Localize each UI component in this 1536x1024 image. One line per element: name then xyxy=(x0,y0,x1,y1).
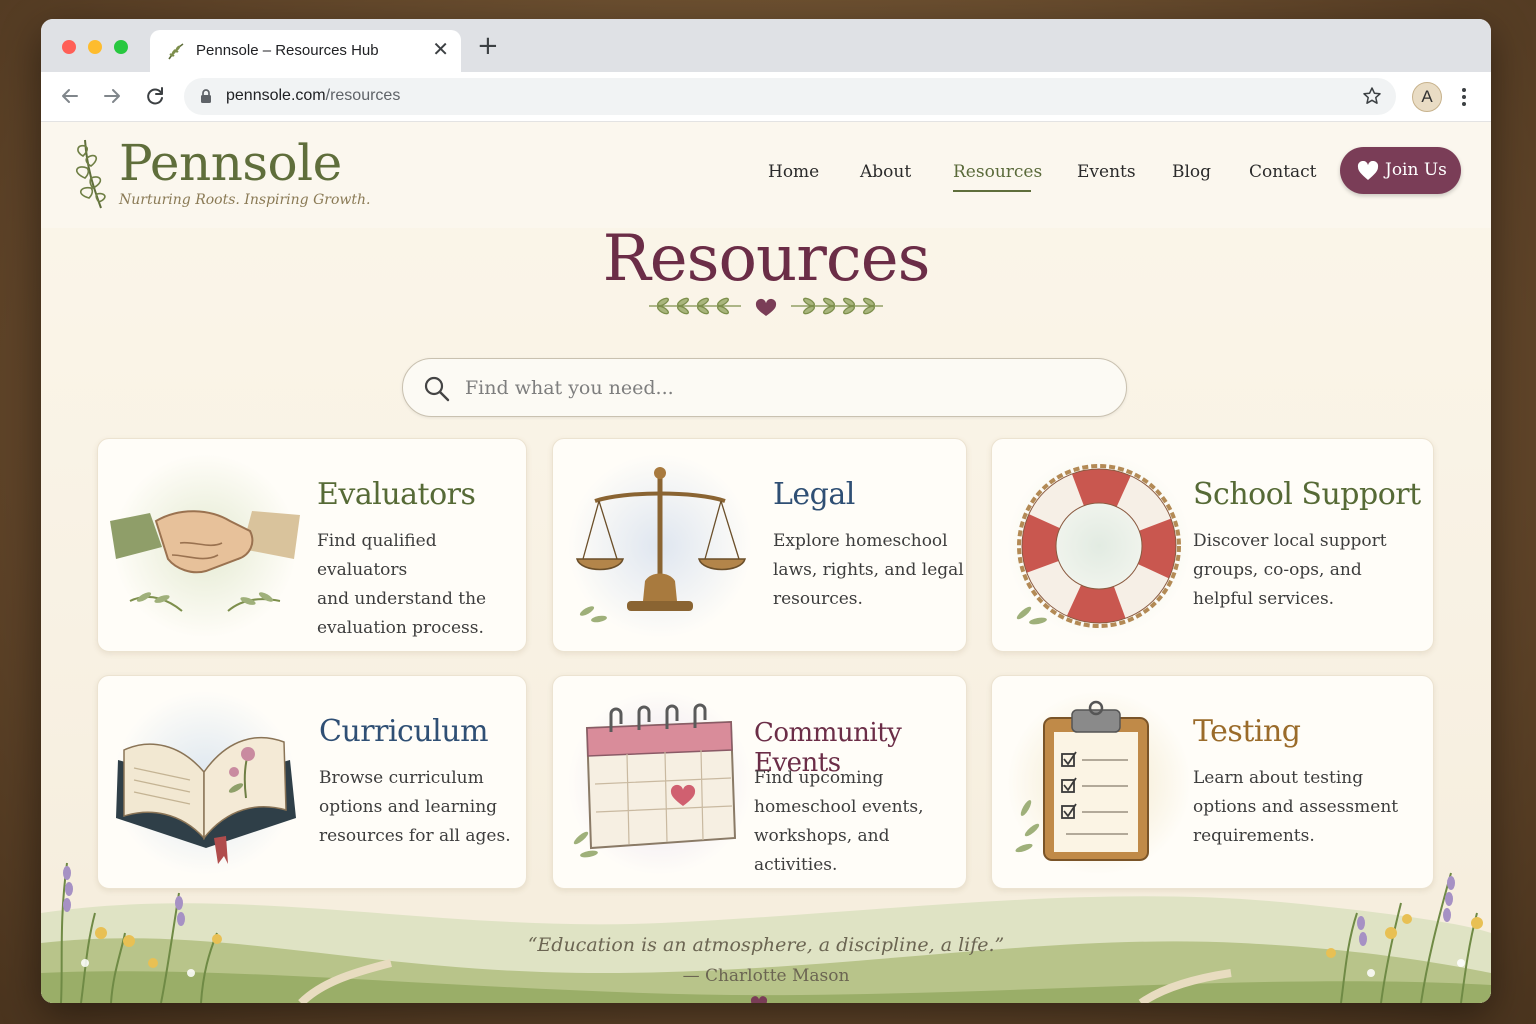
browser-window: Pennsole – Resources Hub ✕ + pennsole.co… xyxy=(41,19,1491,1003)
card-description-line: Browse curriculum xyxy=(319,768,484,788)
card-evaluators[interactable]: Evaluators Find qualified evaluators and… xyxy=(97,438,527,652)
card-description-line: evaluation process. xyxy=(317,618,484,638)
page-title: Resources xyxy=(602,222,931,296)
handshake-icon xyxy=(110,454,300,638)
nav-resources[interactable]: Resources xyxy=(953,162,1042,182)
address-bar[interactable]: pennsole.com/resources xyxy=(184,78,1396,115)
browser-toolbar: pennsole.com/resources A xyxy=(41,72,1491,122)
card-title: Testing xyxy=(1193,714,1301,749)
leaf-divider-ornament-icon xyxy=(649,297,883,316)
life-ring-icon xyxy=(1007,454,1191,638)
card-description: Find qualified evaluators and understand… xyxy=(317,527,526,643)
site-header: Pennsole Nurturing Roots. Inspiring Grow… xyxy=(41,122,1491,228)
page-content: Pennsole Nurturing Roots. Inspiring Grow… xyxy=(41,122,1491,1003)
tab-title: Pennsole – Resources Hub xyxy=(196,42,379,59)
card-title: Evaluators xyxy=(317,477,476,512)
card-description-line: and understand the xyxy=(317,589,487,609)
heart-icon xyxy=(750,996,768,1003)
browser-tab[interactable]: Pennsole – Resources Hub ✕ xyxy=(150,30,461,72)
reload-icon[interactable] xyxy=(142,83,168,109)
search-icon xyxy=(424,376,450,402)
card-description-line: laws, rights, and legal xyxy=(773,560,964,580)
tab-strip: Pennsole – Resources Hub ✕ + xyxy=(41,19,1491,72)
site-logo-name[interactable]: Pennsole xyxy=(119,134,342,192)
scales-icon xyxy=(568,454,752,638)
footer-quote-author: — Charlotte Mason xyxy=(682,966,850,986)
card-description-line: Find qualified evaluators xyxy=(317,531,437,580)
forward-arrow-icon[interactable] xyxy=(99,83,125,109)
heart-icon xyxy=(1357,161,1379,180)
nav-active-underline xyxy=(953,190,1031,192)
url-text: pennsole.com/resources xyxy=(226,87,400,105)
card-description-line: Find upcoming xyxy=(754,768,884,788)
lock-icon xyxy=(201,89,211,103)
footer-quote: “Education is an atmosphere, a disciplin… xyxy=(527,934,1005,956)
leaf-favicon-icon xyxy=(168,43,184,60)
profile-avatar[interactable]: A xyxy=(1412,82,1442,112)
card-description-line: Explore homeschool xyxy=(773,531,948,551)
new-tab-button[interactable]: + xyxy=(477,33,499,59)
nav-contact[interactable]: Contact xyxy=(1249,162,1317,182)
card-description-line: options and learning xyxy=(319,797,498,817)
maximize-window-button[interactable] xyxy=(114,40,128,54)
nav-about[interactable]: About xyxy=(860,162,911,182)
search-input[interactable] xyxy=(465,371,1105,405)
card-description-line: options and assessment xyxy=(1193,797,1399,817)
card-title: School Support xyxy=(1193,477,1421,512)
tab-close-icon[interactable]: ✕ xyxy=(432,37,449,61)
back-arrow-icon[interactable] xyxy=(57,83,83,109)
sprig-logo-icon xyxy=(76,139,106,209)
card-description-line: helpful services. xyxy=(1193,589,1335,609)
card-legal[interactable]: Legal Explore homeschool laws, rights, a… xyxy=(552,438,967,652)
url-domain: pennsole.com xyxy=(226,87,326,104)
nav-home[interactable]: Home xyxy=(768,162,819,182)
close-window-button[interactable] xyxy=(62,40,76,54)
join-us-button[interactable]: Join Us xyxy=(1340,147,1461,194)
join-us-label: Join Us xyxy=(1385,160,1447,180)
resource-search-bar[interactable] xyxy=(402,358,1127,417)
nav-events[interactable]: Events xyxy=(1077,162,1136,182)
bookmark-star-icon[interactable] xyxy=(1362,86,1382,106)
card-description-line: Learn about testing xyxy=(1193,768,1364,788)
card-description: Discover local support groups, co-ops, a… xyxy=(1193,527,1387,614)
card-description-line: homeschool events, xyxy=(754,797,924,817)
card-description-line: groups, co-ops, and xyxy=(1193,560,1362,580)
minimize-window-button[interactable] xyxy=(88,40,102,54)
nav-blog[interactable]: Blog xyxy=(1172,162,1211,182)
card-school-support[interactable]: School Support Discover local support gr… xyxy=(991,438,1434,652)
card-title: Legal xyxy=(773,477,855,512)
site-tagline: Nurturing Roots. Inspiring Growth. xyxy=(119,192,371,208)
card-description-line: Discover local support xyxy=(1193,531,1387,551)
card-title: Curriculum xyxy=(319,714,489,749)
url-path: /resources xyxy=(325,87,401,104)
card-description: Explore homeschool laws, rights, and leg… xyxy=(773,527,964,614)
more-menu-icon[interactable] xyxy=(1456,84,1472,110)
card-description-line: resources. xyxy=(773,589,863,609)
